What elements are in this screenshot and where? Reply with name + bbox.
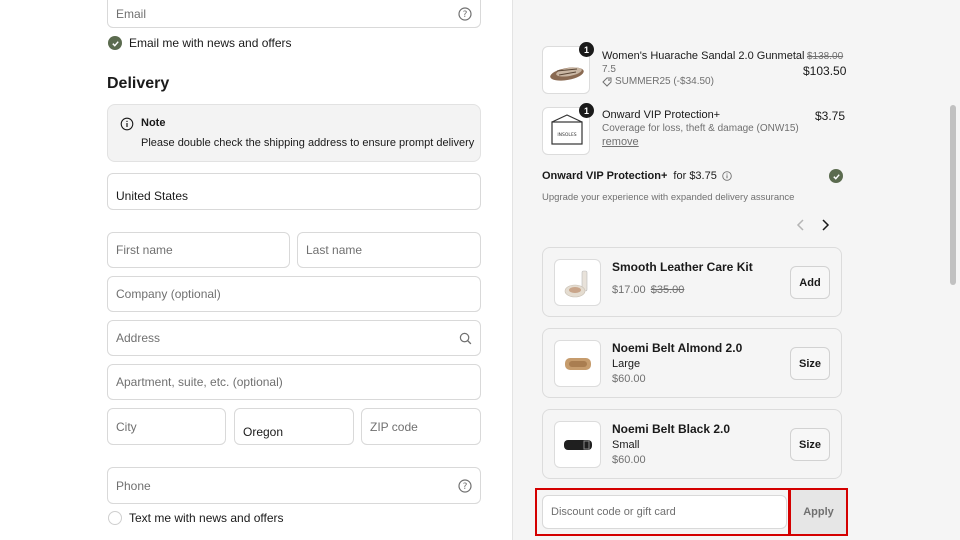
city-placeholder: City <box>116 419 137 434</box>
phone-placeholder: Phone <box>116 478 151 493</box>
protection-title: Onward VIP Protection+ <box>542 170 668 182</box>
protection-price: for $3.75 <box>673 170 717 182</box>
item-quantity-badge: 1 <box>579 103 594 118</box>
delivery-note: Note Please double check the shipping ad… <box>107 104 481 162</box>
note-title: Note <box>141 117 166 129</box>
discount-code-text: SUMMER25 (-$34.50) <box>615 76 714 87</box>
company-placeholder: Company (optional) <box>116 287 221 301</box>
email-news-label: Email me with news and offers <box>129 36 292 50</box>
upsell-price: $60.00 <box>612 454 646 466</box>
zip-placeholder: ZIP code <box>370 419 418 434</box>
text-news-checkbox-row[interactable]: Text me with news and offers <box>108 511 284 525</box>
remove-link[interactable]: remove <box>602 136 639 148</box>
upsell-card: Noemi Belt Almond 2.0 Large $60.00 Size <box>542 328 842 398</box>
state-select[interactable]: Oregon <box>234 408 354 445</box>
phone-input[interactable]: Phone ? <box>107 467 481 504</box>
address-placeholder: Address <box>116 331 161 345</box>
upsell-variant: Large <box>612 358 641 370</box>
item-discount: SUMMER25 (-$34.50) <box>602 76 714 87</box>
item-name: Women's Huarache Sandal 2.0 Gunmetal <box>602 50 805 62</box>
item-original-price: $138.00 <box>807 51 844 62</box>
upsell-name: Noemi Belt Almond 2.0 <box>612 341 743 355</box>
protection-row: Onward VIP Protection+ for $3.75 <box>542 170 732 182</box>
protection-subtitle: Upgrade your experience with expanded de… <box>542 192 795 203</box>
item-quantity-badge: 1 <box>579 42 594 57</box>
email-news-checkbox[interactable] <box>108 36 122 50</box>
delivery-heading: Delivery <box>107 75 170 92</box>
last-name-placeholder: Last name <box>306 243 363 257</box>
upsell-price: $17.00 <box>612 284 646 296</box>
note-body: Please double check the shipping address… <box>141 137 475 149</box>
first-name-input[interactable]: First name <box>107 232 290 268</box>
help-icon[interactable]: ? <box>458 478 472 493</box>
svg-text:?: ? <box>463 482 468 492</box>
email-placeholder: Email <box>116 7 147 21</box>
city-input[interactable]: City <box>107 408 226 445</box>
scrollbar-thumb[interactable] <box>950 105 956 285</box>
size-upsell-button[interactable]: Size <box>790 347 830 380</box>
upsell-variant: Small <box>612 439 640 451</box>
info-icon[interactable] <box>722 171 732 181</box>
upsell-name: Smooth Leather Care Kit <box>612 260 753 274</box>
belt-almond-thumbnail <box>554 340 601 387</box>
email-news-checkbox-row[interactable]: Email me with news and offers <box>108 36 292 50</box>
svg-text:?: ? <box>463 10 468 20</box>
add-upsell-button[interactable]: Add <box>790 266 830 299</box>
apartment-placeholder: Apartment, suite, etc. (optional) <box>116 375 283 389</box>
zip-input[interactable]: ZIP code <box>361 408 481 445</box>
email-field[interactable]: Email ? <box>107 0 481 28</box>
checkout-form-panel: Email ? Email me with news and offers De… <box>0 0 512 540</box>
state-value: Oregon <box>243 424 284 439</box>
item-variant: Coverage for loss, theft & damage (ONW15… <box>602 123 799 134</box>
belt-black-thumbnail <box>554 421 601 468</box>
discount-placeholder: Discount code or gift card <box>551 506 676 518</box>
text-news-checkbox[interactable] <box>108 511 122 525</box>
upsell-card: Noemi Belt Black 2.0 Small $60.00 Size <box>542 409 842 479</box>
country-value: United States <box>116 188 189 203</box>
apply-button[interactable]: Apply <box>789 488 848 536</box>
item-price: $3.75 <box>815 109 846 123</box>
help-icon[interactable]: ? <box>458 7 472 21</box>
upsell-price: $60.00 <box>612 373 646 385</box>
upsell-name: Noemi Belt Black 2.0 <box>612 422 731 436</box>
info-icon <box>120 117 134 131</box>
item-variant: 7.5 <box>602 64 616 75</box>
item-name: Onward VIP Protection+ <box>602 109 721 121</box>
protection-checkbox[interactable] <box>829 169 843 183</box>
chevron-right-icon[interactable] <box>819 218 831 232</box>
text-news-label: Text me with news and offers <box>129 511 284 525</box>
address-input[interactable]: Address <box>107 320 481 356</box>
discount-code-input[interactable]: Discount code or gift card <box>542 495 787 529</box>
thumb-text: INSOLES <box>557 132 576 138</box>
company-input[interactable]: Company (optional) <box>107 276 481 312</box>
upsell-price-row: $17.00 $35.00 <box>612 284 684 296</box>
size-upsell-button[interactable]: Size <box>790 428 830 461</box>
search-icon[interactable] <box>458 331 472 345</box>
tag-icon <box>602 77 612 87</box>
first-name-placeholder: First name <box>116 243 173 257</box>
upsell-original-price: $35.00 <box>650 284 685 296</box>
chevron-left-icon[interactable] <box>795 218 807 232</box>
upsell-card: Smooth Leather Care Kit $17.00 $35.00 Ad… <box>542 247 842 317</box>
country-select[interactable]: United States <box>107 173 481 210</box>
apartment-input[interactable]: Apartment, suite, etc. (optional) <box>107 364 481 400</box>
leather-kit-thumbnail <box>554 259 601 306</box>
item-price: $103.50 <box>803 64 847 78</box>
last-name-input[interactable]: Last name <box>297 232 481 268</box>
